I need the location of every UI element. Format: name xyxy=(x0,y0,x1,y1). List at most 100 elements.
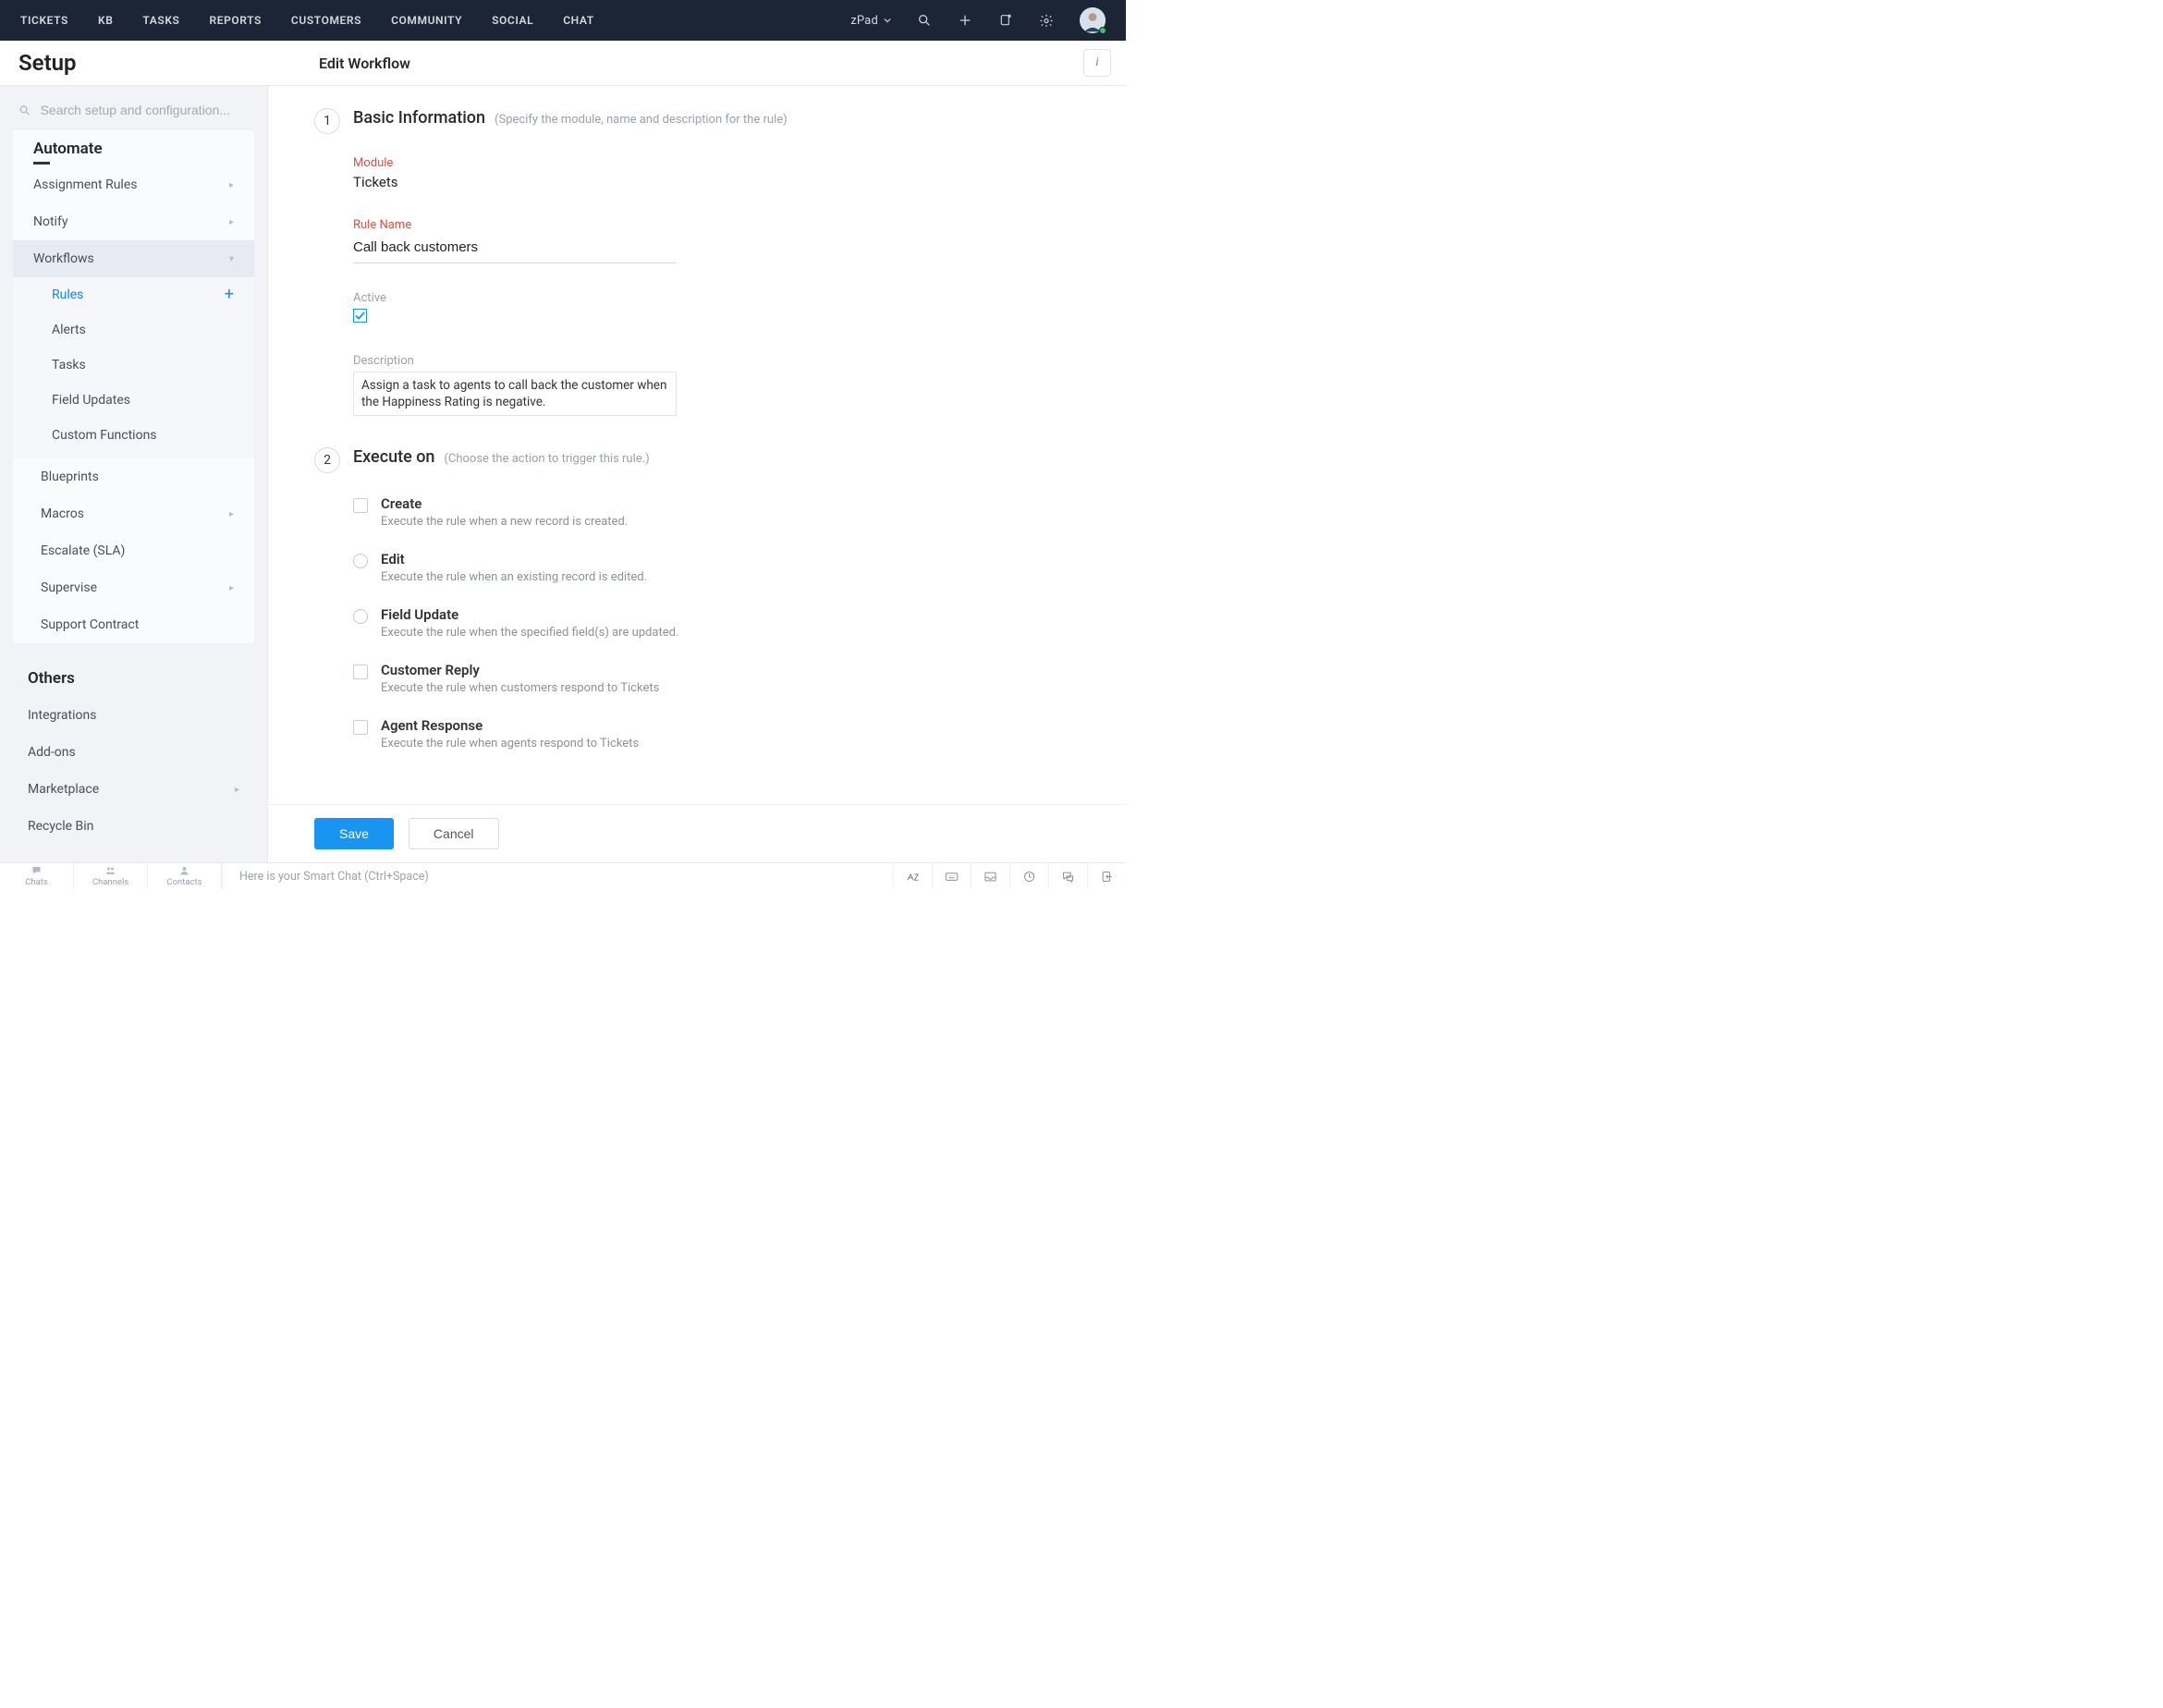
subheader: Setup Edit Workflow i xyxy=(0,41,1126,86)
sidebar-sub-custom-functions[interactable]: Custom Functions xyxy=(13,418,254,453)
nav-reports[interactable]: REPORTS xyxy=(209,14,261,27)
setup-title: Setup xyxy=(0,50,268,76)
nav-left: TICKETS KB TASKS REPORTS CUSTOMERS COMMU… xyxy=(20,14,594,27)
status-bar: Chats Channels Contacts Here is your Sma… xyxy=(0,862,1126,889)
nav-kb[interactable]: KB xyxy=(98,14,113,27)
presence-dot xyxy=(1099,27,1106,34)
exec-option-create: Create Execute the rule when a new recor… xyxy=(353,495,1126,529)
footer-bar: Save Cancel xyxy=(268,804,1126,862)
edit-desc: Execute the rule when an existing record… xyxy=(381,570,647,584)
exec-option-edit: Edit Execute the rule when an existing r… xyxy=(353,551,1126,584)
step-2-title: Execute on xyxy=(353,447,434,467)
chevron-right-icon: ▸ xyxy=(229,509,234,519)
step-number: 2 xyxy=(314,447,340,473)
exit-icon[interactable] xyxy=(1087,863,1126,889)
description-label: Description xyxy=(353,354,1126,368)
sidebar-item-marketplace[interactable]: Marketplace ▸ xyxy=(0,771,267,808)
module-value: Tickets xyxy=(353,174,1126,190)
nav-customers[interactable]: CUSTOMERS xyxy=(291,14,361,27)
sidebar-item-supervise[interactable]: Supervise ▸ xyxy=(13,569,254,606)
top-navigation: TICKETS KB TASKS REPORTS CUSTOMERS COMMU… xyxy=(0,0,1126,41)
nav-chat[interactable]: CHAT xyxy=(563,14,594,27)
sidebar-sub-tasks[interactable]: Tasks xyxy=(13,348,254,383)
avatar[interactable] xyxy=(1080,7,1106,33)
field-update-radio[interactable] xyxy=(353,609,368,624)
status-tab-chats[interactable]: Chats xyxy=(0,863,74,889)
agent-response-checkbox[interactable] xyxy=(353,720,368,735)
chevron-down-icon xyxy=(884,17,891,24)
info-button[interactable]: i xyxy=(1083,49,1111,77)
step-number: 1 xyxy=(314,108,340,134)
brand-menu[interactable]: zPad xyxy=(850,14,891,28)
sidebar-item-assignment-rules[interactable]: Assignment Rules ▸ xyxy=(13,166,254,203)
step-2-sub: (Choose the action to trigger this rule.… xyxy=(444,452,649,466)
sidebar-item-recycle-bin[interactable]: Recycle Bin xyxy=(0,808,267,845)
nav-social[interactable]: SOCIAL xyxy=(492,14,533,27)
active-label: Active xyxy=(353,291,1126,305)
notification-icon[interactable] xyxy=(998,13,1013,28)
create-desc: Execute the rule when a new record is cr… xyxy=(381,515,628,529)
others-header: Others xyxy=(0,664,267,697)
step-1-sub: (Specify the module, name and descriptio… xyxy=(495,113,788,127)
step-2-header: 2 Execute on (Choose the action to trigg… xyxy=(268,447,1126,473)
zia-icon[interactable] xyxy=(893,863,932,889)
search-wrap xyxy=(0,93,267,130)
step-1-header: 1 Basic Information (Specify the module,… xyxy=(268,108,1126,134)
step-1-title: Basic Information xyxy=(353,108,485,128)
chevron-right-icon: ▸ xyxy=(229,583,234,593)
sidebar-item-notify[interactable]: Notify ▸ xyxy=(13,203,254,240)
save-button[interactable]: Save xyxy=(314,818,394,849)
status-tab-contacts[interactable]: Contacts xyxy=(148,863,222,889)
create-checkbox[interactable] xyxy=(353,498,368,513)
sidebar-sub-rules[interactable]: Rules + xyxy=(13,277,254,312)
rule-name-input[interactable] xyxy=(353,236,677,263)
inbox-icon[interactable] xyxy=(971,863,1009,889)
chevron-down-icon: ▾ xyxy=(229,254,234,264)
chat-icon[interactable] xyxy=(1048,863,1087,889)
search-icon[interactable] xyxy=(917,13,932,28)
exec-option-agent-response: Agent Response Execute the rule when age… xyxy=(353,717,1126,750)
nav-tickets[interactable]: TICKETS xyxy=(20,14,68,27)
sidebar-item-addons[interactable]: Add-ons xyxy=(0,734,267,771)
cancel-button[interactable]: Cancel xyxy=(409,818,499,849)
content: 1 Basic Information (Specify the module,… xyxy=(268,86,1126,862)
automate-header: Automate xyxy=(13,130,254,166)
sidebar-item-integrations[interactable]: Integrations xyxy=(0,697,267,734)
edit-title: Edit xyxy=(381,551,647,567)
gear-icon[interactable] xyxy=(1039,13,1054,28)
sidebar-item-blueprints[interactable]: Blueprints xyxy=(13,458,254,495)
nav-tasks[interactable]: TASKS xyxy=(142,14,179,27)
description-input[interactable] xyxy=(353,372,677,416)
agent-response-title: Agent Response xyxy=(381,717,639,734)
chevron-right-icon: ▸ xyxy=(229,217,234,227)
sidebar-item-support-contract[interactable]: Support Contract xyxy=(13,606,254,643)
add-rule-icon[interactable]: + xyxy=(225,288,234,301)
page-title: Edit Workflow xyxy=(268,55,410,72)
edit-radio[interactable] xyxy=(353,554,368,568)
customer-reply-desc: Execute the rule when customers respond … xyxy=(381,681,659,695)
active-checkbox[interactable] xyxy=(353,309,367,323)
create-title: Create xyxy=(381,495,628,512)
sidebar-sub-field-updates[interactable]: Field Updates xyxy=(13,383,254,418)
sidebar: Automate Assignment Rules ▸ Notify ▸ Wor… xyxy=(0,86,268,862)
rule-name-label: Rule Name xyxy=(353,218,1126,232)
sidebar-item-escalate[interactable]: Escalate (SLA) xyxy=(13,532,254,569)
smart-chat-hint[interactable]: Here is your Smart Chat (Ctrl+Space) xyxy=(222,863,893,889)
keyboard-icon[interactable] xyxy=(932,863,971,889)
sidebar-item-workflows[interactable]: Workflows ▾ xyxy=(13,240,254,277)
search-icon xyxy=(18,104,31,117)
plus-icon[interactable] xyxy=(958,13,972,28)
search-input[interactable] xyxy=(41,103,249,117)
chevron-right-icon: ▸ xyxy=(229,180,234,190)
customer-reply-checkbox[interactable] xyxy=(353,665,368,679)
status-tab-channels[interactable]: Channels xyxy=(74,863,148,889)
sidebar-sub-alerts[interactable]: Alerts xyxy=(13,312,254,348)
sidebar-item-macros[interactable]: Macros ▸ xyxy=(13,495,254,532)
clock-icon[interactable] xyxy=(1009,863,1048,889)
customer-reply-title: Customer Reply xyxy=(381,662,659,678)
exec-option-field-update: Field Update Execute the rule when the s… xyxy=(353,606,1126,640)
exec-option-customer-reply: Customer Reply Execute the rule when cus… xyxy=(353,662,1126,695)
nav-community[interactable]: COMMUNITY xyxy=(391,14,462,27)
module-label: Module xyxy=(353,156,1126,170)
agent-response-desc: Execute the rule when agents respond to … xyxy=(381,737,639,750)
